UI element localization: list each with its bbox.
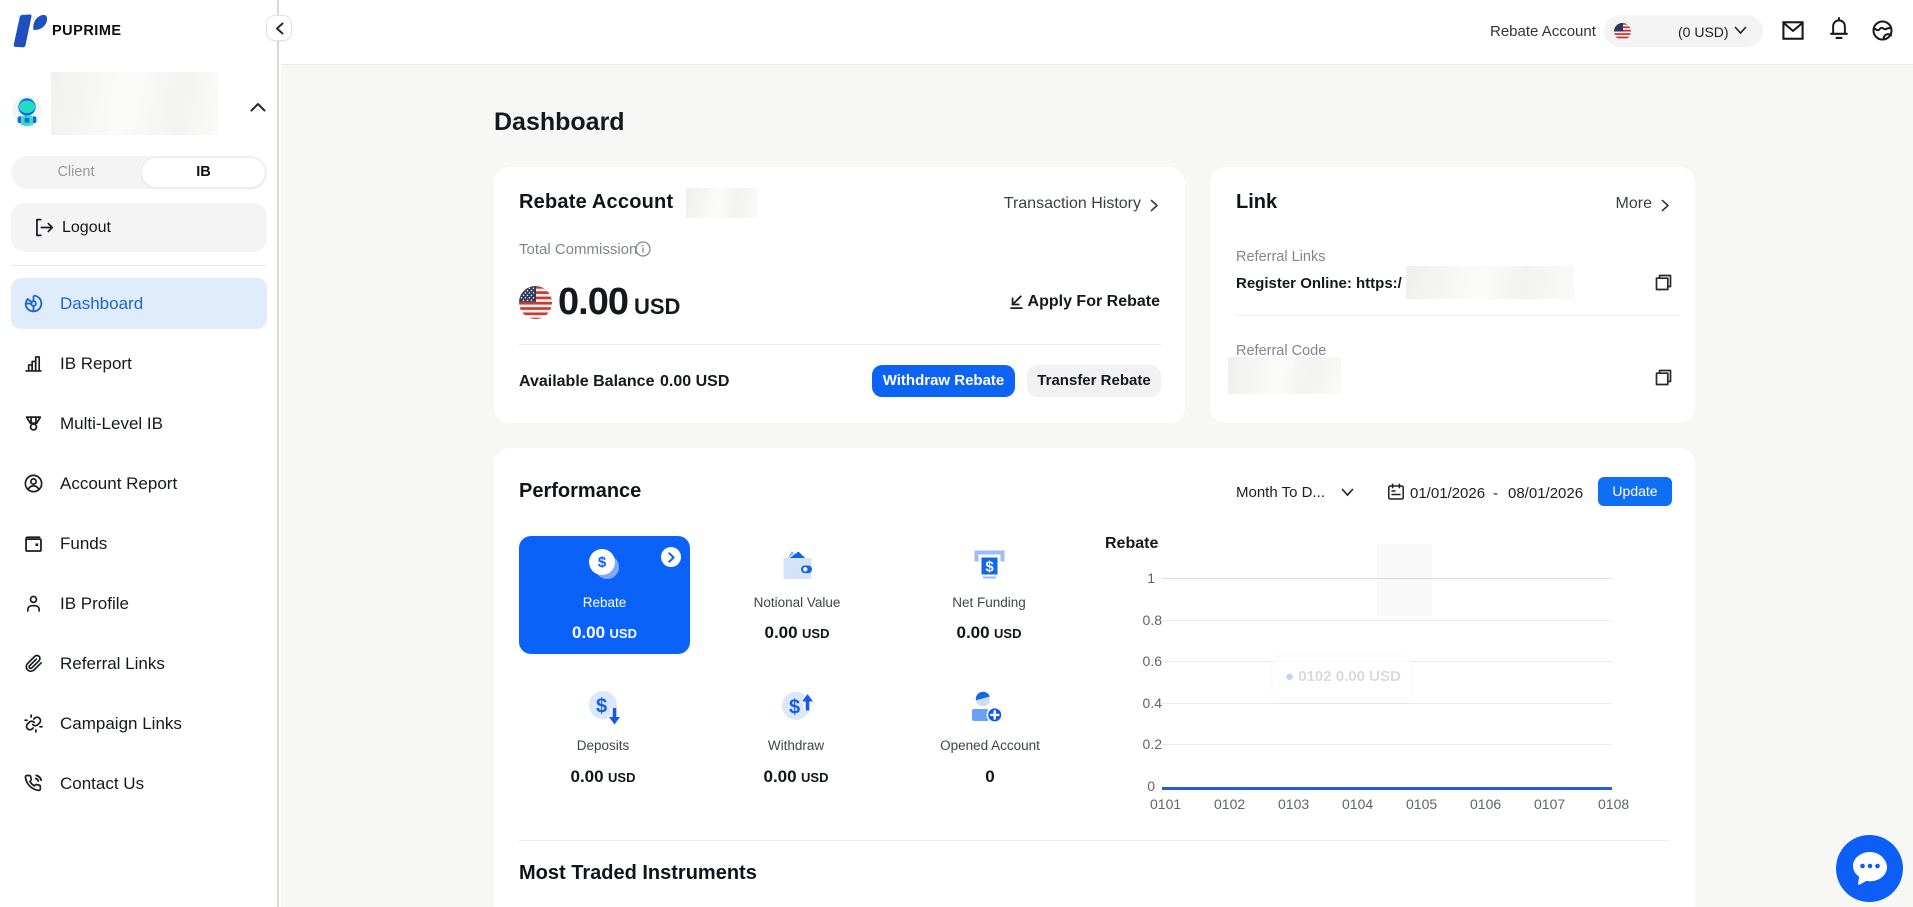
svg-text:$: $ (596, 696, 607, 718)
svg-text:$: $ (985, 559, 994, 576)
svg-text:$: $ (789, 696, 800, 718)
